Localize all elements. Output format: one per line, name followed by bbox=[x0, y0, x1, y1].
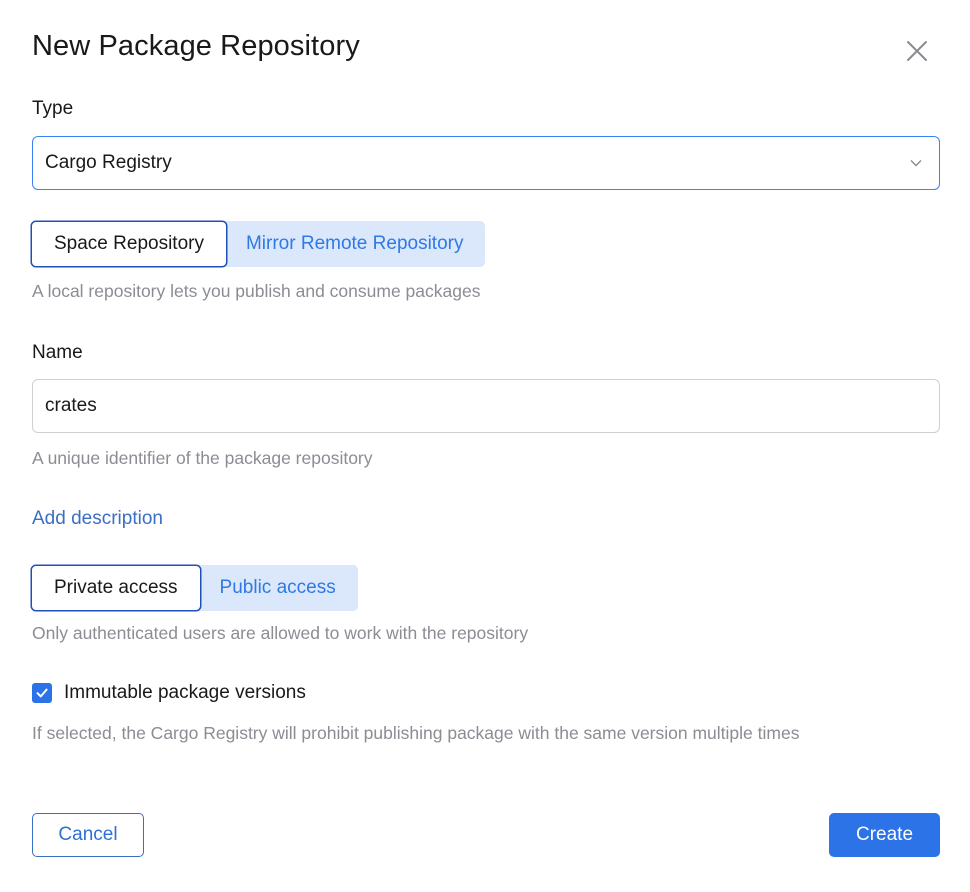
immutable-versions-hint: If selected, the Cargo Registry will pro… bbox=[32, 723, 800, 743]
type-select[interactable]: Cargo Registry bbox=[32, 136, 940, 190]
access-toggle: Private access Public access bbox=[31, 565, 358, 611]
checkmark-icon bbox=[36, 688, 48, 698]
chevron-down-icon bbox=[910, 160, 922, 167]
new-package-repository-dialog: New Package Repository Type Cargo Regist… bbox=[0, 0, 970, 892]
repository-kind-toggle: Space Repository Mirror Remote Repositor… bbox=[31, 221, 486, 267]
name-label: Name bbox=[32, 342, 83, 363]
private-access-option[interactable]: Private access bbox=[31, 565, 201, 611]
close-icon bbox=[907, 41, 927, 61]
name-input[interactable]: crates bbox=[32, 379, 940, 433]
type-select-value: Cargo Registry bbox=[45, 152, 172, 173]
repository-kind-hint: A local repository lets you publish and … bbox=[32, 281, 481, 301]
immutable-versions-row: Immutable package versions bbox=[32, 682, 306, 704]
public-access-option[interactable]: Public access bbox=[197, 565, 358, 611]
type-label: Type bbox=[32, 98, 74, 119]
cancel-button[interactable]: Cancel bbox=[32, 813, 144, 857]
add-description-link[interactable]: Add description bbox=[32, 508, 163, 530]
name-input-value: crates bbox=[45, 395, 97, 416]
space-repository-option[interactable]: Space Repository bbox=[31, 221, 227, 267]
mirror-remote-repository-option[interactable]: Mirror Remote Repository bbox=[223, 221, 486, 267]
immutable-versions-label: Immutable package versions bbox=[64, 682, 306, 703]
name-hint: A unique identifier of the package repos… bbox=[32, 448, 373, 468]
dialog-title: New Package Repository bbox=[32, 30, 360, 62]
close-button[interactable] bbox=[902, 36, 932, 66]
access-hint: Only authenticated users are allowed to … bbox=[32, 623, 529, 643]
create-button[interactable]: Create bbox=[829, 813, 940, 857]
immutable-versions-checkbox[interactable] bbox=[32, 683, 52, 703]
